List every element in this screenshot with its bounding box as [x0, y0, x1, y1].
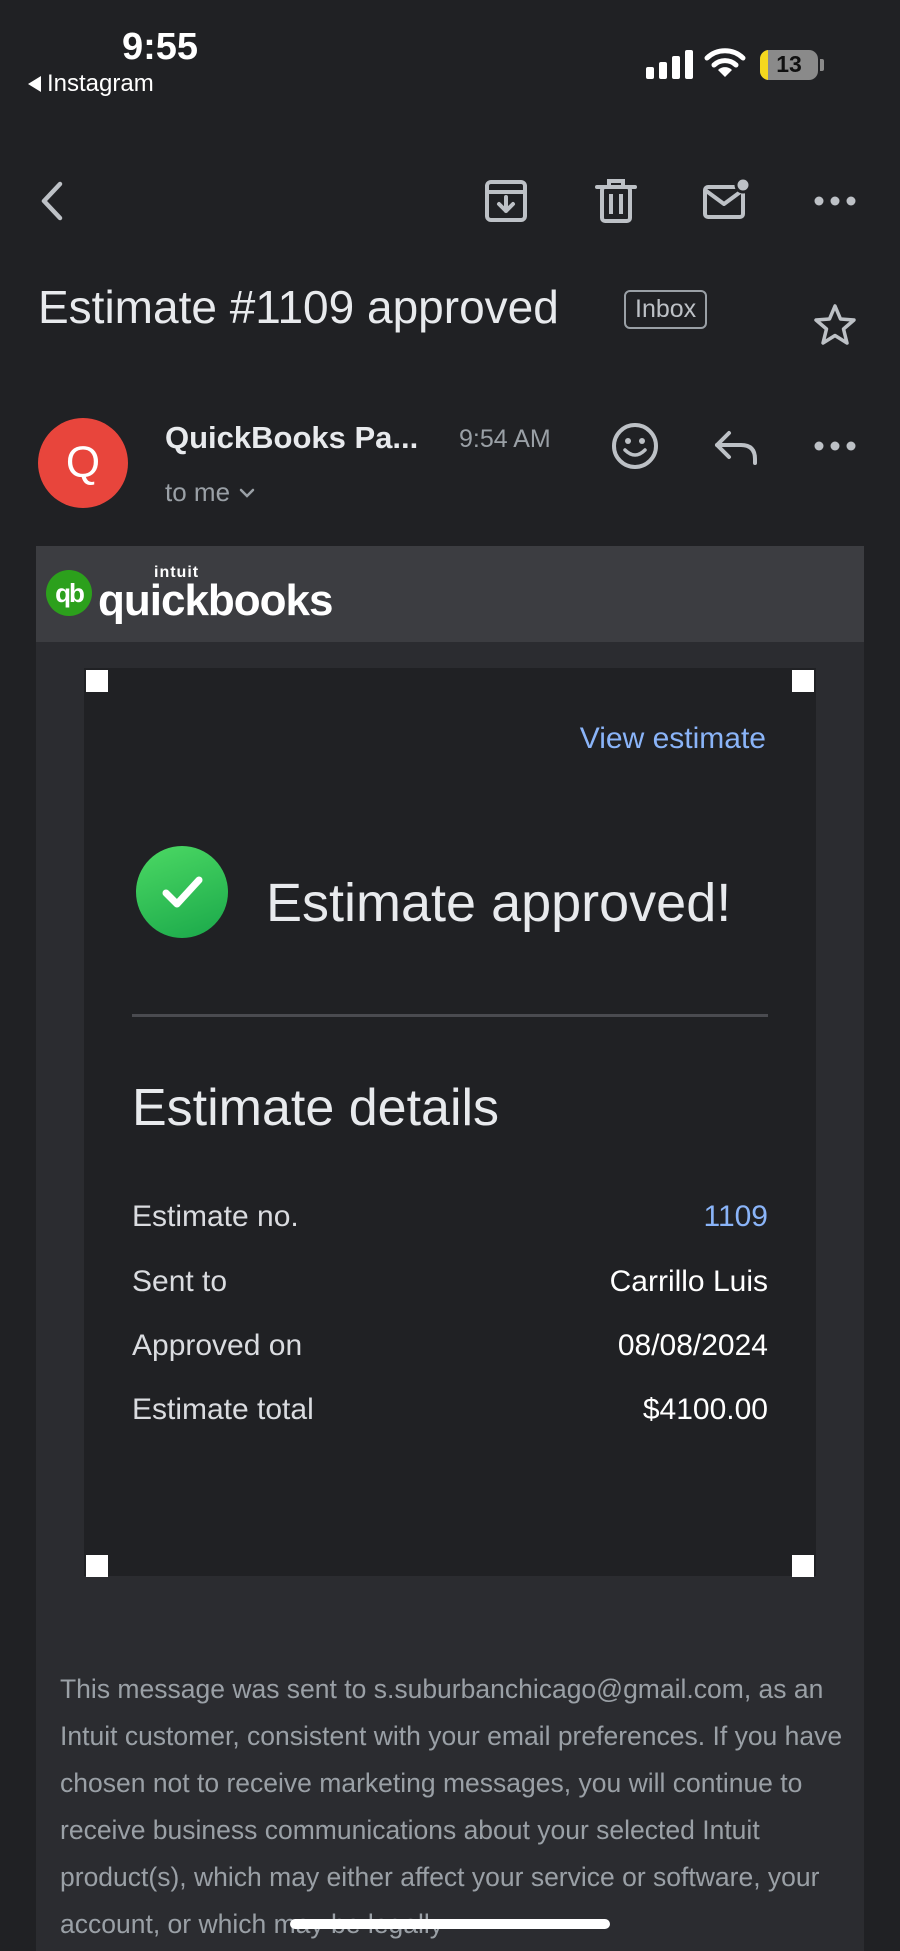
checkmark-icon: [162, 876, 203, 908]
check-circle-icon: [136, 846, 228, 938]
chevron-left-icon[interactable]: [28, 176, 78, 226]
detail-label: Sent to: [132, 1265, 228, 1298]
trash-icon[interactable]: [591, 176, 641, 226]
reply-icon[interactable]: [711, 423, 761, 473]
detail-value: Carrillo Luis: [609, 1265, 768, 1298]
detail-row-estimate-total: Estimate total $4100.00: [132, 1393, 768, 1427]
image-corner-handle: [86, 1555, 108, 1577]
email-time: 9:54 AM: [459, 425, 551, 453]
archive-icon[interactable]: [481, 176, 531, 226]
approved-heading: Estimate approved!: [266, 873, 732, 933]
image-corner-handle: [792, 1555, 814, 1577]
mail-unread-icon[interactable]: [701, 176, 751, 226]
message-more-icon[interactable]: [810, 421, 860, 471]
view-estimate-link[interactable]: View estimate: [580, 722, 766, 756]
quickbooks-mark-icon: qb: [46, 570, 92, 616]
detail-label: Approved on: [132, 1329, 303, 1362]
image-corner-handle: [86, 670, 108, 692]
sender-name[interactable]: QuickBooks Pa...: [165, 420, 418, 456]
detail-label: Estimate total: [132, 1393, 314, 1426]
brand-quickbooks: quickbooks: [98, 576, 333, 625]
recipient-toggle[interactable]: to me: [165, 477, 256, 508]
status-time: 9:55: [122, 26, 199, 68]
battery-cap: [820, 59, 824, 71]
estimate-number-link[interactable]: 1109: [703, 1200, 768, 1234]
star-icon[interactable]: [812, 302, 858, 348]
wifi-icon: [704, 48, 746, 77]
battery-icon: 13: [760, 50, 818, 80]
battery-level: 13: [776, 51, 802, 77]
detail-row-approved-on: Approved on 08/08/2024: [132, 1329, 768, 1363]
chevron-down-icon: [239, 488, 255, 498]
sender-avatar[interactable]: Q: [38, 418, 128, 508]
image-corner-handle: [792, 670, 814, 692]
emoji-reaction-icon[interactable]: [610, 421, 660, 471]
detail-row-estimate-no: Estimate no. 1109: [132, 1200, 768, 1234]
inbox-label-badge[interactable]: Inbox: [624, 290, 708, 329]
cellular-signal-icon: [646, 50, 693, 79]
details-heading: Estimate details: [132, 1079, 500, 1137]
detail-value: $4100.00: [642, 1393, 768, 1426]
recipient-label: to me: [165, 477, 231, 507]
back-triangle-icon: [28, 76, 41, 92]
divider: [132, 1014, 768, 1017]
disclaimer-text: This message was sent to s.suburbanchica…: [60, 1674, 843, 1939]
home-indicator[interactable]: [290, 1919, 610, 1929]
detail-label: Estimate no.: [132, 1200, 299, 1233]
more-horizontal-icon[interactable]: [810, 176, 860, 226]
back-to-app-link[interactable]: Instagram: [28, 70, 154, 98]
back-app-label: Instagram: [47, 70, 154, 97]
detail-row-sent-to: Sent to Carrillo Luis: [132, 1265, 768, 1299]
detail-value: 08/08/2024: [617, 1329, 768, 1362]
quickbooks-logo: qb intuit quickbooks: [46, 564, 338, 625]
email-subject: Estimate #1109 approved: [38, 281, 559, 333]
